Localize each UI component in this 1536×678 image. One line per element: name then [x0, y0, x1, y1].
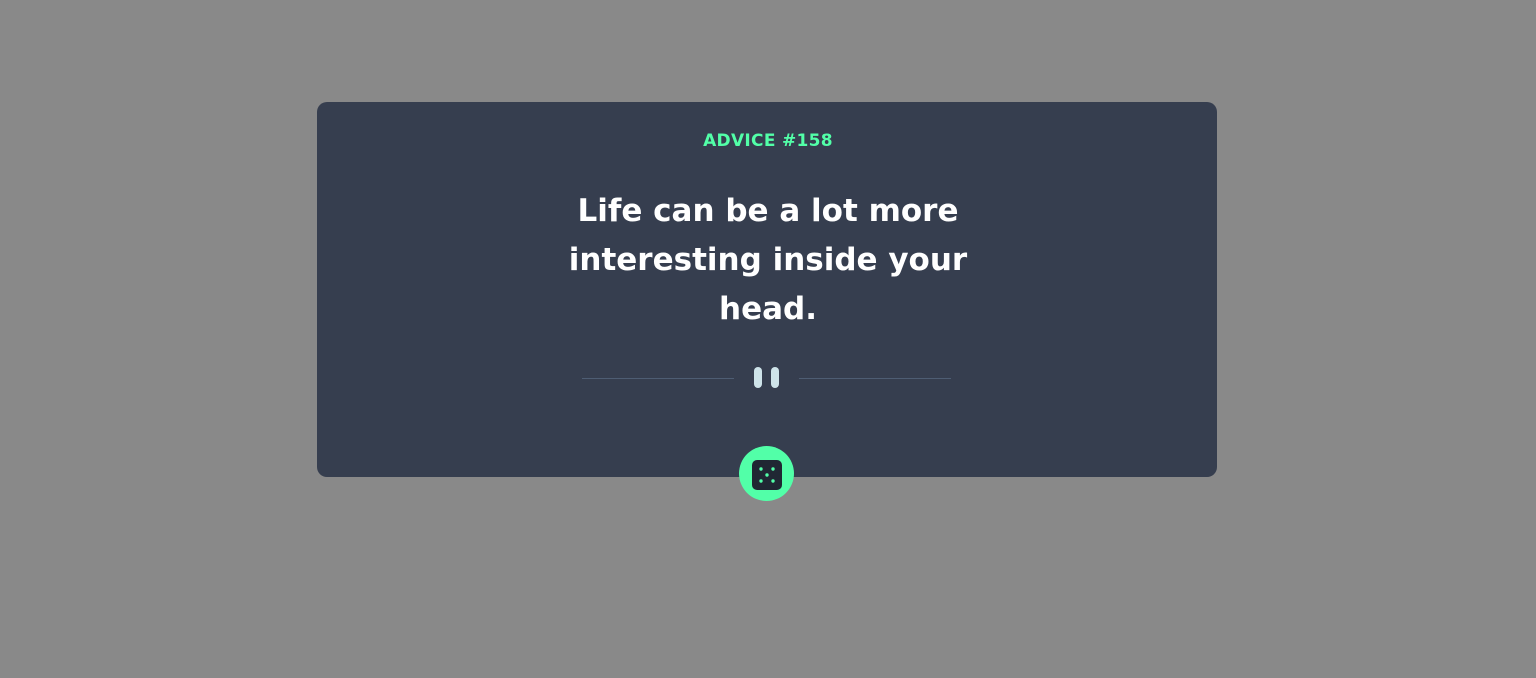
pause-icon-bar-left [754, 367, 762, 388]
advice-quote: Life can be a lot more interesting insid… [568, 193, 968, 327]
new-advice-button[interactable] [739, 446, 794, 501]
divider-line-left [582, 378, 734, 379]
pause-icon-bar-right [771, 367, 779, 388]
advice-id-label: ADVICE #158 [703, 131, 833, 151]
dice-icon [752, 460, 782, 490]
divider-line-right [799, 378, 951, 379]
